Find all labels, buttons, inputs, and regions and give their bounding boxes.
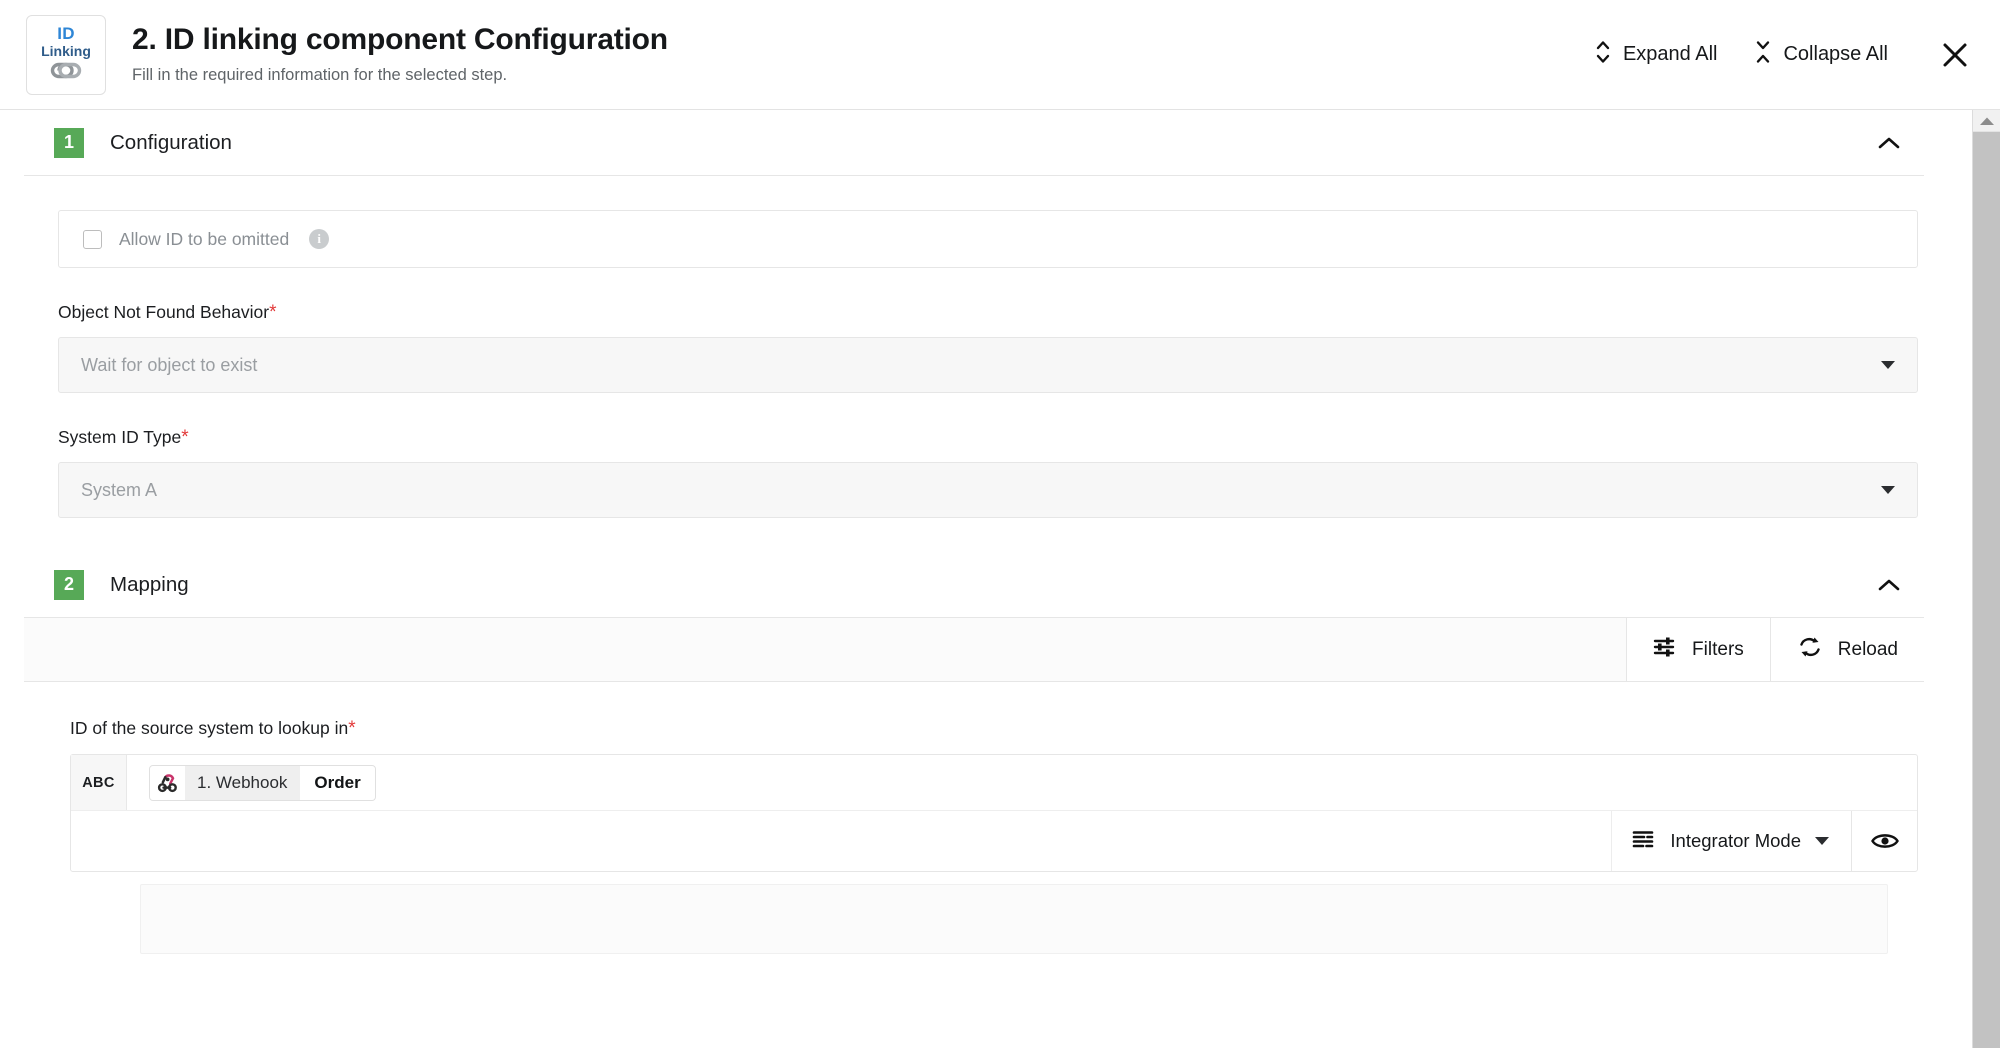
collapse-all-label: Collapse All [1783,43,1888,65]
mapping-bottom-strip [140,884,1888,954]
section-header-configuration[interactable]: 1 Configuration [24,110,1924,176]
dialog-body: 1 Configuration Allow ID to be omitted i… [0,110,2000,1048]
source-system-id-label: ID of the source system to lookup in* [70,718,1918,740]
section-number-badge: 2 [54,569,84,600]
object-not-found-behavior-select[interactable]: Wait for object to exist [58,337,1918,393]
filters-button[interactable]: Filters [1626,618,1770,681]
chain-links-icon [46,62,86,84]
required-asterisk: * [181,427,189,448]
scroll-up-button[interactable] [1973,110,2000,132]
webhook-icon [150,765,186,800]
required-asterisk: * [269,302,277,323]
mapping-token-area[interactable]: 1. Webhook Order [127,755,1917,810]
logo-linking-text: Linking [41,43,91,60]
page-title: 2. ID linking component Configuration [132,22,668,56]
required-asterisk: * [348,718,356,739]
chevron-up-icon [1878,137,1900,148]
page-subtitle: Fill in the required information for the… [132,66,508,85]
mapping-body: ID of the source system to lookup in* AB… [0,682,1948,954]
section-collapse-toggle[interactable] [1876,135,1902,151]
reload-label: Reload [1837,638,1898,660]
id-linking-logo: ID Linking [26,14,106,95]
mapping-token-step: 1. Webhook [186,765,301,800]
mapping-toolbar: Filters Reload [24,618,1924,682]
field-label-text: System ID Type [58,427,182,447]
section-title: Configuration [110,130,232,154]
mapping-field-row[interactable]: ABC 1. Webhook Order [71,755,1917,811]
dialog-header: ID Linking 2. ID linking component Confi… [0,0,2000,110]
select-value: System A [81,479,158,500]
field-label-text: Object Not Found Behavior [58,302,270,322]
object-not-found-behavior-label: Object Not Found Behavior* [58,302,1918,324]
select-value: Wait for object to exist [81,354,258,375]
vertical-scrollbar[interactable] [1972,110,2000,1048]
allow-id-omitted-checkbox[interactable] [83,229,102,249]
chevron-up-icon [1878,579,1900,590]
allow-id-omitted-card: Allow ID to be omitted i [58,210,1918,268]
integrator-mode-dropdown[interactable]: Integrator Mode [1611,811,1851,871]
info-icon[interactable]: i [309,229,330,249]
preview-toggle-button[interactable] [1851,811,1917,871]
section-number-badge: 1 [54,127,84,158]
close-icon [1943,43,1967,66]
system-id-type-select[interactable]: System A [58,462,1918,518]
section-header-mapping[interactable]: 2 Mapping [24,552,1924,618]
chevron-down-icon [1881,486,1895,494]
mapping-label-text: ID of the source system to lookup in [70,718,349,738]
section-title: Mapping [110,572,189,596]
mapping-field-footer: Integrator Mode [71,811,1917,871]
chevron-down-icon [1815,837,1829,845]
datatype-badge-abc: ABC [71,755,127,810]
list-lines-icon [1632,829,1656,854]
close-button[interactable] [1938,38,1972,72]
chevron-down-icon [1881,361,1895,369]
scroll-up-arrow-icon [1979,117,1994,125]
scrollbar-thumb[interactable] [1973,132,2000,1048]
expand-all-button[interactable]: Expand All [1591,33,1722,77]
expand-chevrons-icon [1595,39,1611,71]
logo-id-text: ID [57,24,75,44]
collapse-chevrons-icon [1755,39,1771,71]
mapping-token-name: Order [300,765,375,800]
scrollable-content: 1 Configuration Allow ID to be omitted i… [0,110,1972,1048]
expand-all-label: Expand All [1622,43,1718,65]
allow-id-omitted-label: Allow ID to be omitted [119,228,290,249]
collapse-all-button[interactable]: Collapse All [1751,33,1892,77]
filters-label: Filters [1692,638,1744,660]
header-actions: Expand All Collapse All [1591,33,1972,77]
reload-icon [1797,635,1823,665]
header-title-block: 2. ID linking component Configuration Fi… [132,23,1591,86]
eye-icon [1870,834,1899,848]
source-system-id-mapping-field: ABC 1. Webhook Order Integrator Mode [70,754,1918,872]
reload-button[interactable]: Reload [1769,618,1924,681]
filters-icon [1653,636,1677,664]
section-body-configuration: Allow ID to be omitted i Object Not Foun… [0,176,1948,552]
integrator-mode-label: Integrator Mode [1670,830,1801,851]
mapping-token[interactable]: 1. Webhook Order [149,764,376,801]
section-collapse-toggle[interactable] [1876,577,1902,593]
system-id-type-label: System ID Type* [58,427,1918,449]
